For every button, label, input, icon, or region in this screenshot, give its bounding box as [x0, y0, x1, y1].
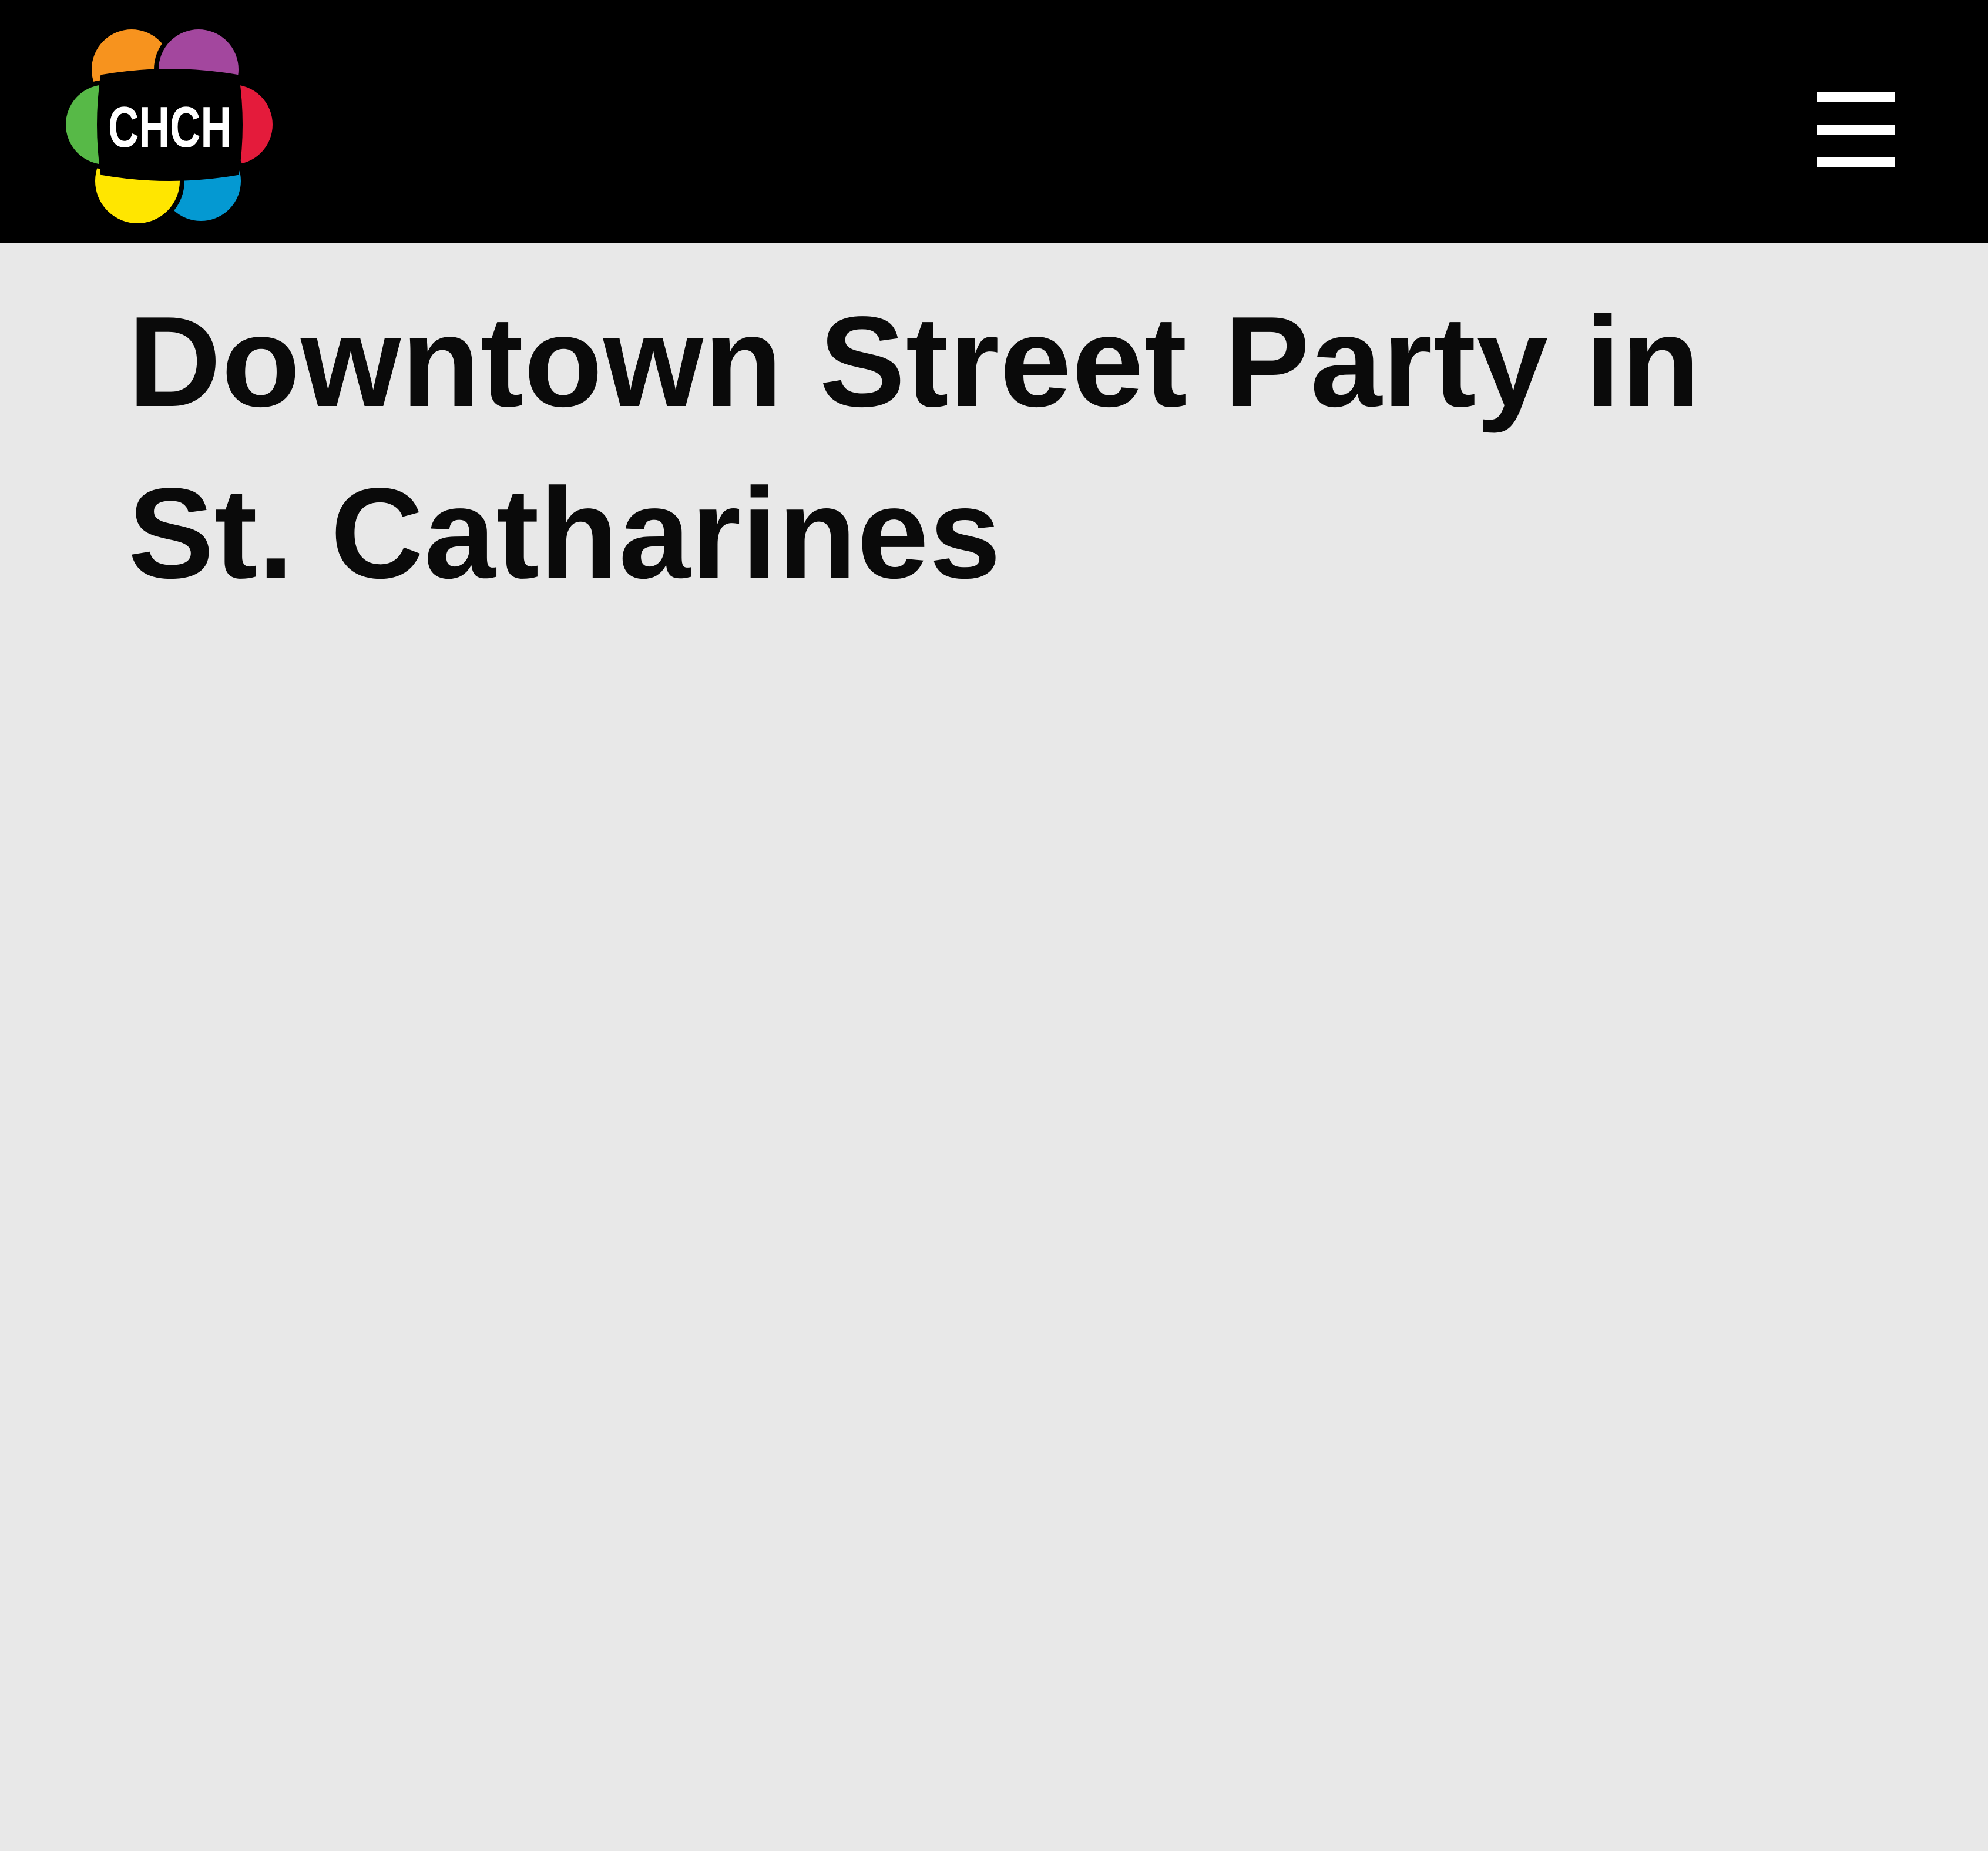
- site-header: CHCH: [0, 0, 1988, 243]
- hamburger-bar-middle: [1817, 125, 1895, 135]
- article-title: Downtown Street Party in St. Catharines: [128, 290, 1701, 605]
- chch-logo: CHCH: [61, 25, 277, 226]
- menu-button[interactable]: [1809, 82, 1906, 176]
- hamburger-bar-top: [1817, 92, 1895, 102]
- logo-wordmark: CHCH: [108, 95, 231, 159]
- hamburger-bar-bottom: [1817, 157, 1895, 167]
